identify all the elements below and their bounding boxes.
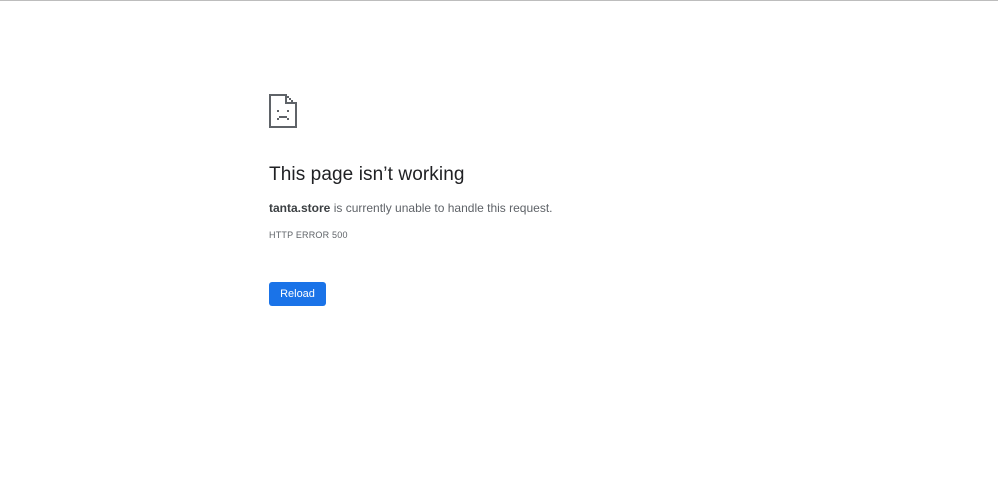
page-title: This page isn’t working: [269, 164, 465, 185]
error-description-text: is currently unable to handle this reque…: [330, 201, 553, 215]
error-panel: This page isn’t working tanta.store is c…: [269, 94, 829, 306]
top-divider: [0, 0, 998, 1]
reload-button[interactable]: Reload: [269, 282, 326, 306]
host-name: tanta.store: [269, 201, 331, 215]
sad-page-icon: [269, 94, 297, 128]
error-code: HTTP ERROR 500: [269, 230, 348, 240]
error-description: tanta.store is currently unable to handl…: [269, 201, 553, 215]
